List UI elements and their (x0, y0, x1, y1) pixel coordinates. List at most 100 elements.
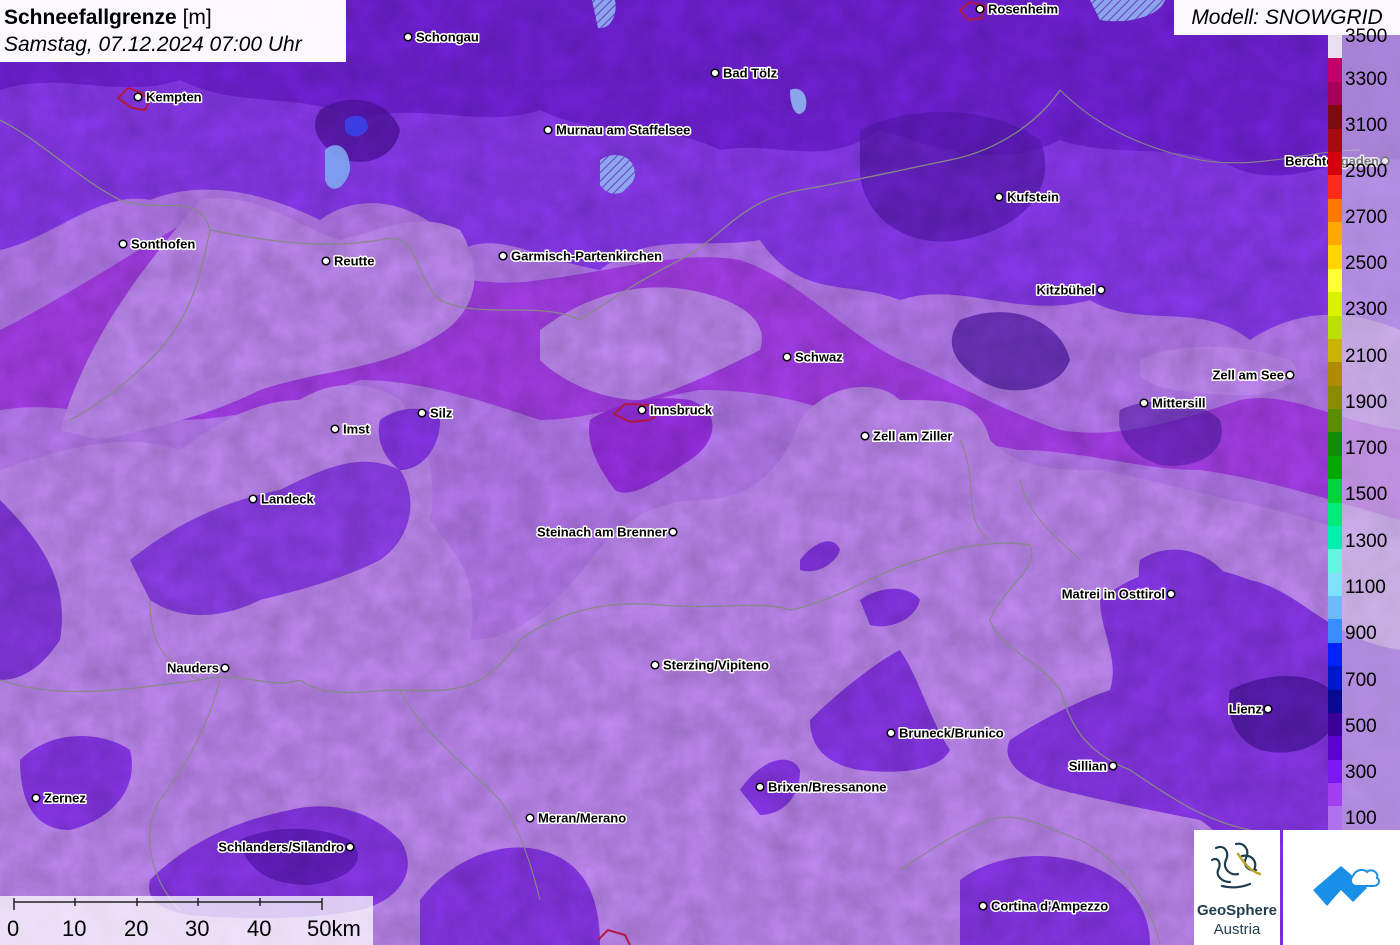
city-label: Bruneck/Brunico (899, 726, 1004, 741)
city-label: Murnau am Staffelsee (556, 123, 690, 138)
city-label: Sonthofen (131, 237, 195, 252)
legend-swatch (1328, 315, 1342, 339)
city-label: Schwaz (795, 350, 843, 365)
scale-bar: 0 10 20 30 40 50km (0, 896, 373, 945)
city-matrei-in-osttirol[interactable]: Matrei in Osttirol (1060, 585, 1176, 603)
legend-swatch (1328, 525, 1342, 550)
city-schlanders-silandro[interactable]: Schlanders/Silandro (217, 838, 355, 856)
city-dot (668, 527, 678, 537)
legend-swatch (1328, 245, 1342, 269)
city-cortina-d-ampezzo[interactable]: Cortina d'Ampezzo (978, 897, 1110, 915)
city-garmisch-partenkirchen[interactable]: Garmisch-Partenkirchen (498, 247, 664, 265)
legend-swatch (1328, 81, 1342, 106)
city-dot (1263, 704, 1273, 714)
legend-swatch (1328, 783, 1342, 807)
legend-label-2300: 2300 (1345, 299, 1388, 320)
legend-swatch (1328, 338, 1342, 363)
title-box: Schneefallgrenze [m] Samstag, 07.12.2024… (0, 0, 346, 62)
legend-swatch (1328, 549, 1342, 573)
city-brixen-bressanone[interactable]: Brixen/Bressanone (755, 778, 888, 796)
scale-label-20: 20 (124, 916, 149, 941)
city-dot (498, 251, 508, 261)
legend-label-1100: 1100 (1345, 577, 1386, 598)
city-innsbruck[interactable]: Innsbruck (637, 401, 714, 419)
city-dot (994, 192, 1004, 202)
city-label: Lienz (1229, 702, 1263, 717)
legend-label-2700: 2700 (1345, 207, 1388, 228)
city-schongau[interactable]: Schongau (403, 28, 480, 46)
city-dot (782, 352, 792, 362)
partner-logo[interactable] (1283, 830, 1400, 945)
city-label: Imst (343, 422, 370, 437)
legend-swatch (1328, 362, 1342, 386)
legend-swatch (1328, 642, 1342, 667)
city-dot (31, 793, 41, 803)
scale-label-0: 0 (7, 916, 20, 941)
city-steinach-am-brenner[interactable]: Steinach am Brenner (535, 523, 678, 541)
city-label: Rosenheim (988, 2, 1058, 17)
city-dot (978, 901, 988, 911)
city-dot (525, 813, 535, 823)
city-label: Sillian (1069, 759, 1107, 774)
legend-swatch (1328, 198, 1342, 222)
legend-label-3500: 3500 (1345, 26, 1388, 47)
legend-swatch (1328, 596, 1342, 620)
map-title: Schneefallgrenze (4, 6, 177, 29)
city-kitzb-hel[interactable]: Kitzbühel (1035, 281, 1106, 299)
city-label: Schlanders/Silandro (218, 840, 344, 855)
city-dot (1285, 370, 1295, 380)
city-murnau-am-staffelsee[interactable]: Murnau am Staffelsee (543, 121, 692, 139)
legend-label-1900: 1900 (1345, 392, 1388, 413)
geosphere-logo[interactable]: GeoSphere Austria (1194, 830, 1280, 945)
city-bruneck-brunico[interactable]: Bruneck/Brunico (886, 724, 1005, 742)
city-label: Kitzbühel (1037, 283, 1096, 298)
legend-swatch (1328, 175, 1342, 199)
city-dot (755, 782, 765, 792)
legend-label-500: 500 (1345, 716, 1377, 737)
city-sterzing-vipiteno[interactable]: Sterzing/Vipiteno (650, 656, 770, 674)
city-label: Silz (430, 406, 453, 421)
terrain-relief (0, 0, 1400, 945)
city-label: Schongau (416, 30, 479, 45)
legend-swatch (1328, 58, 1342, 82)
snowfall-map[interactable]: Rosenheim Schongau Bad Tölz Kempten Murnau a… (0, 0, 1400, 945)
city-meran-merano[interactable]: Meran/Merano (525, 809, 628, 827)
city-dot (1139, 398, 1149, 408)
legend-labels: 3500 3300 3100 2900 2700 2500 2300 2100 1900 1700… (1342, 27, 1400, 830)
legend-swatch (1328, 432, 1342, 456)
legend-swatch (1328, 409, 1342, 433)
city-zell-am-see[interactable]: Zell am See (1211, 366, 1295, 384)
city-dot (133, 92, 143, 102)
legend-label-2100: 2100 (1345, 346, 1388, 367)
legend-swatch (1328, 128, 1342, 152)
legend-swatch (1328, 759, 1342, 783)
scale-label-40: 40 (247, 916, 272, 941)
city-dot (886, 728, 896, 738)
city-sonthofen[interactable]: Sonthofen (118, 235, 197, 253)
legend-swatch (1328, 151, 1342, 176)
scale-label-50km: 50km (307, 916, 361, 941)
scale-label-30: 30 (185, 916, 210, 941)
city-rosenheim[interactable]: Rosenheim (975, 0, 1060, 18)
legend-label-900: 900 (1345, 623, 1377, 644)
city-label: Mittersill (1152, 396, 1205, 411)
legend-swatch (1328, 35, 1342, 59)
legend-label-300: 300 (1345, 762, 1377, 783)
city-label: Bad Tölz (723, 66, 778, 81)
legend-label-700: 700 (1345, 670, 1377, 691)
legend-label-2500: 2500 (1345, 253, 1388, 274)
city-dot (118, 239, 128, 249)
city-label: Innsbruck (650, 403, 713, 418)
legend-swatch (1328, 666, 1342, 690)
city-dot (330, 424, 340, 434)
city-zell-am-ziller[interactable]: Zell am Ziller (860, 427, 954, 445)
legend-label-1300: 1300 (1345, 531, 1388, 552)
city-label: Reutte (334, 254, 374, 269)
legend-color-bar (1328, 35, 1342, 830)
city-dot (637, 405, 647, 415)
city-dot (417, 408, 427, 418)
city-dot (543, 125, 553, 135)
city-dot (650, 660, 660, 670)
map-title-line: Schneefallgrenze [m] (4, 4, 342, 31)
city-dot (220, 663, 230, 673)
